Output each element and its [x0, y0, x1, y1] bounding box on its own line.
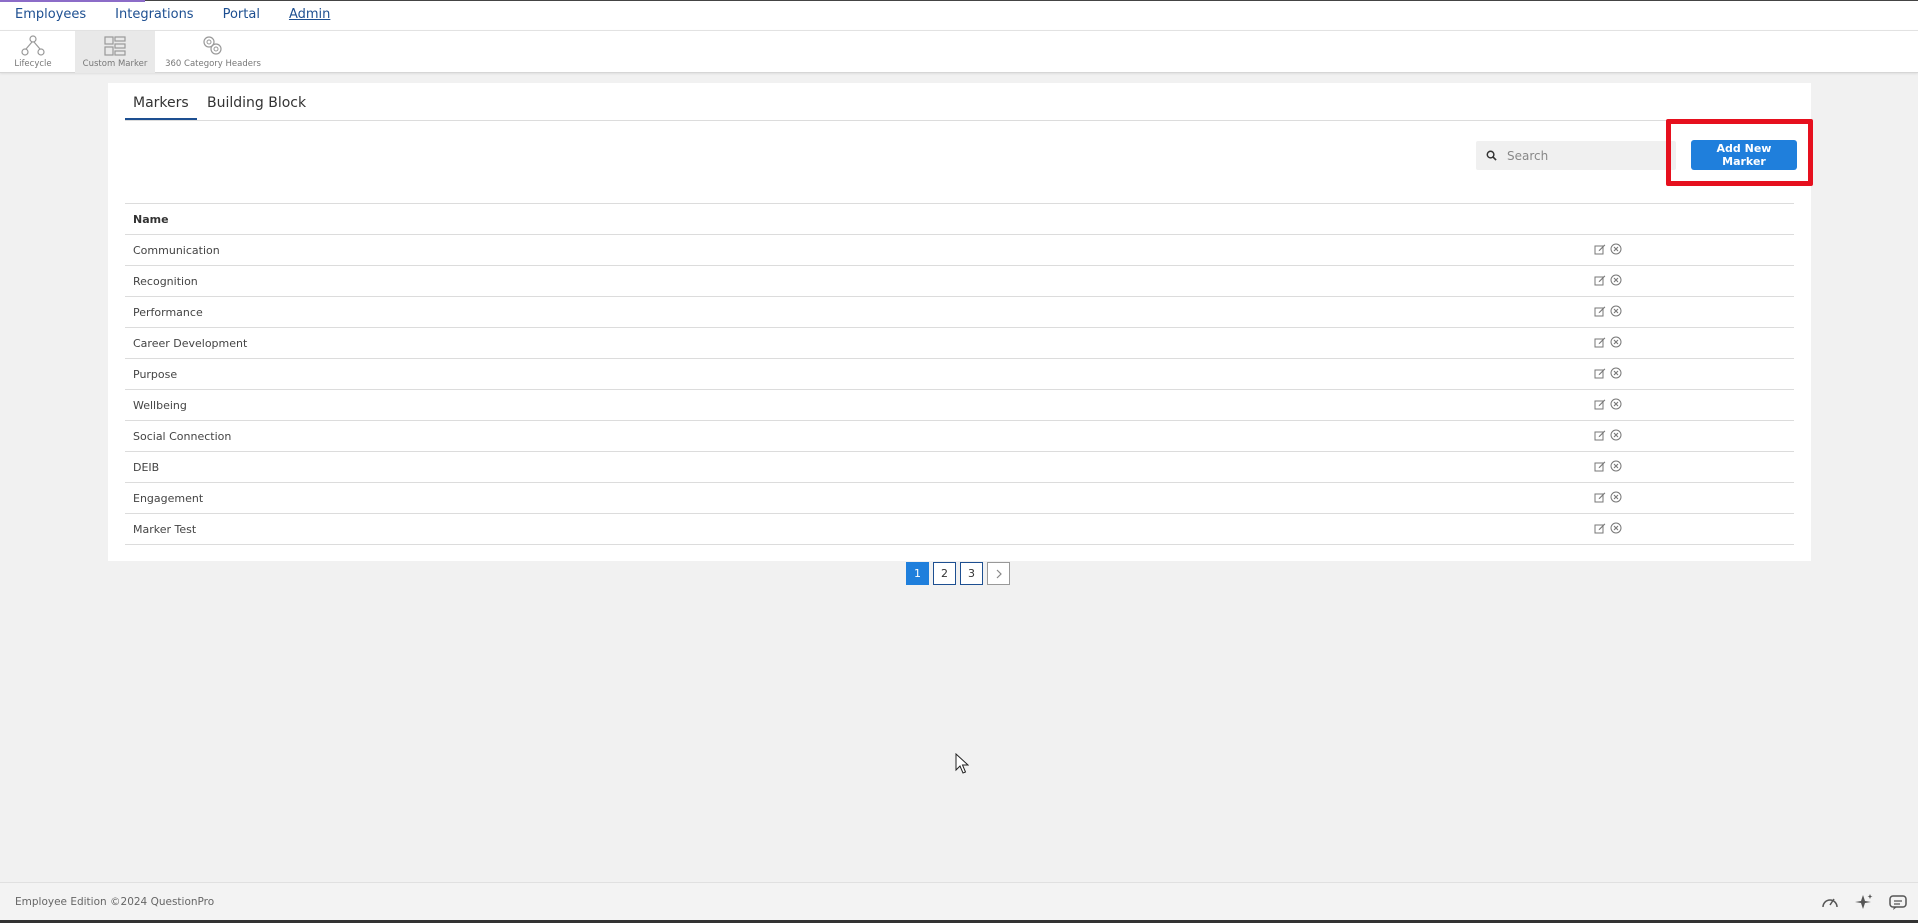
edit-icon[interactable] [1594, 398, 1606, 410]
row-actions [1594, 460, 1622, 472]
search-box [1476, 141, 1676, 170]
category-headers-icon [203, 36, 222, 55]
table-row: Performance [125, 297, 1794, 328]
footer-icons [1820, 893, 1908, 911]
page-1-button[interactable]: 1 [906, 562, 929, 585]
subnav-custom-marker-label: Custom Marker [82, 59, 148, 69]
edit-icon[interactable] [1594, 429, 1606, 441]
table-row: DEIB [125, 452, 1794, 483]
nav-portal[interactable]: Portal [223, 7, 260, 22]
markers-panel: Markers Building Block Add New Marker Na… [108, 83, 1813, 561]
marker-name: Marker Test [133, 522, 197, 536]
page-3-button[interactable]: 3 [960, 562, 983, 585]
page-2-button[interactable]: 2 [933, 562, 956, 585]
marker-name: Communication [133, 243, 220, 257]
delete-icon[interactable] [1610, 429, 1622, 441]
edit-icon[interactable] [1594, 243, 1606, 255]
table-header: Name [125, 203, 1794, 235]
row-actions [1594, 522, 1622, 534]
marker-name: DEIB [133, 460, 160, 474]
row-actions [1594, 243, 1622, 255]
chat-icon[interactable] [1888, 893, 1908, 911]
markers-table: Name Communication Recognition Performance… [125, 203, 1794, 545]
delete-icon[interactable] [1610, 243, 1622, 255]
subnav-custom-marker[interactable]: Custom Marker [75, 31, 155, 73]
delete-icon[interactable] [1610, 274, 1622, 286]
speedometer-icon[interactable] [1820, 893, 1840, 911]
table-row: Engagement [125, 483, 1794, 514]
nav-employees[interactable]: Employees [15, 7, 86, 22]
table-row: Purpose [125, 359, 1794, 390]
delete-icon[interactable] [1610, 305, 1622, 317]
top-nav: Employees Integrations Portal Admin [15, 7, 330, 22]
edit-icon[interactable] [1594, 491, 1606, 503]
tab-bar: Markers Building Block [125, 83, 1794, 121]
subnav-360-category-headers[interactable]: 360 Category Headers [165, 31, 261, 73]
edit-icon[interactable] [1594, 336, 1606, 348]
row-actions [1594, 367, 1622, 379]
subnav-360-category-headers-label: 360 Category Headers [165, 59, 261, 69]
sparkle-icon[interactable] [1854, 893, 1874, 911]
delete-icon[interactable] [1610, 460, 1622, 472]
subnav-lifecycle[interactable]: Lifecycle [12, 31, 54, 73]
footer: Employee Edition ©2024 QuestionPro [0, 882, 1918, 920]
admin-sub-navigation: Lifecycle Custom Marker 360 Category Hea… [0, 30, 1918, 73]
marker-name: Engagement [133, 491, 204, 505]
edit-icon[interactable] [1594, 522, 1606, 534]
delete-icon[interactable] [1610, 522, 1622, 534]
column-header-name: Name [133, 212, 169, 226]
search-input[interactable] [1505, 147, 1669, 164]
table-row: Communication [125, 235, 1794, 266]
chevron-right-icon [996, 569, 1002, 578]
delete-icon[interactable] [1610, 491, 1622, 503]
search-icon [1486, 150, 1497, 161]
tab-markers[interactable]: Markers [125, 95, 197, 120]
row-actions [1594, 305, 1622, 317]
table-row: Recognition [125, 266, 1794, 297]
marker-name: Career Development [133, 336, 248, 350]
mouse-pointer-icon [955, 753, 969, 774]
tab-building-block[interactable]: Building Block [207, 95, 306, 111]
lifecycle-icon [21, 35, 45, 56]
row-actions [1594, 336, 1622, 348]
pagination: 1 2 3 [906, 562, 1010, 585]
edit-icon[interactable] [1594, 367, 1606, 379]
edit-icon[interactable] [1594, 274, 1606, 286]
row-actions [1594, 491, 1622, 503]
nav-admin[interactable]: Admin [289, 7, 330, 22]
subnav-lifecycle-label: Lifecycle [14, 59, 52, 69]
delete-icon[interactable] [1610, 398, 1622, 410]
table-row: Social Connection [125, 421, 1794, 452]
edit-icon[interactable] [1594, 460, 1606, 472]
marker-name: Recognition [133, 274, 198, 288]
nav-integrations[interactable]: Integrations [115, 7, 193, 22]
marker-name: Social Connection [133, 429, 232, 443]
row-actions [1594, 429, 1622, 441]
add-new-marker-button[interactable]: Add New Marker [1691, 140, 1797, 170]
marker-name: Purpose [133, 367, 178, 381]
next-page-button[interactable] [987, 562, 1010, 585]
table-row: Career Development [125, 328, 1794, 359]
copyright-text: Employee Edition ©2024 QuestionPro [15, 896, 215, 908]
table-body: Communication Recognition Performance Caree… [125, 235, 1794, 545]
row-actions [1594, 274, 1622, 286]
marker-name: Wellbeing [133, 398, 187, 412]
delete-icon[interactable] [1610, 367, 1622, 379]
top-navigation-bar: Employees Integrations Portal Admin [0, 0, 1918, 30]
marker-name: Performance [133, 305, 203, 319]
top-accent-line [0, 0, 145, 2]
edit-icon[interactable] [1594, 305, 1606, 317]
row-actions [1594, 398, 1622, 410]
delete-icon[interactable] [1610, 336, 1622, 348]
table-row: Wellbeing [125, 390, 1794, 421]
table-row: Marker Test [125, 514, 1794, 545]
custom-marker-icon [104, 36, 126, 56]
